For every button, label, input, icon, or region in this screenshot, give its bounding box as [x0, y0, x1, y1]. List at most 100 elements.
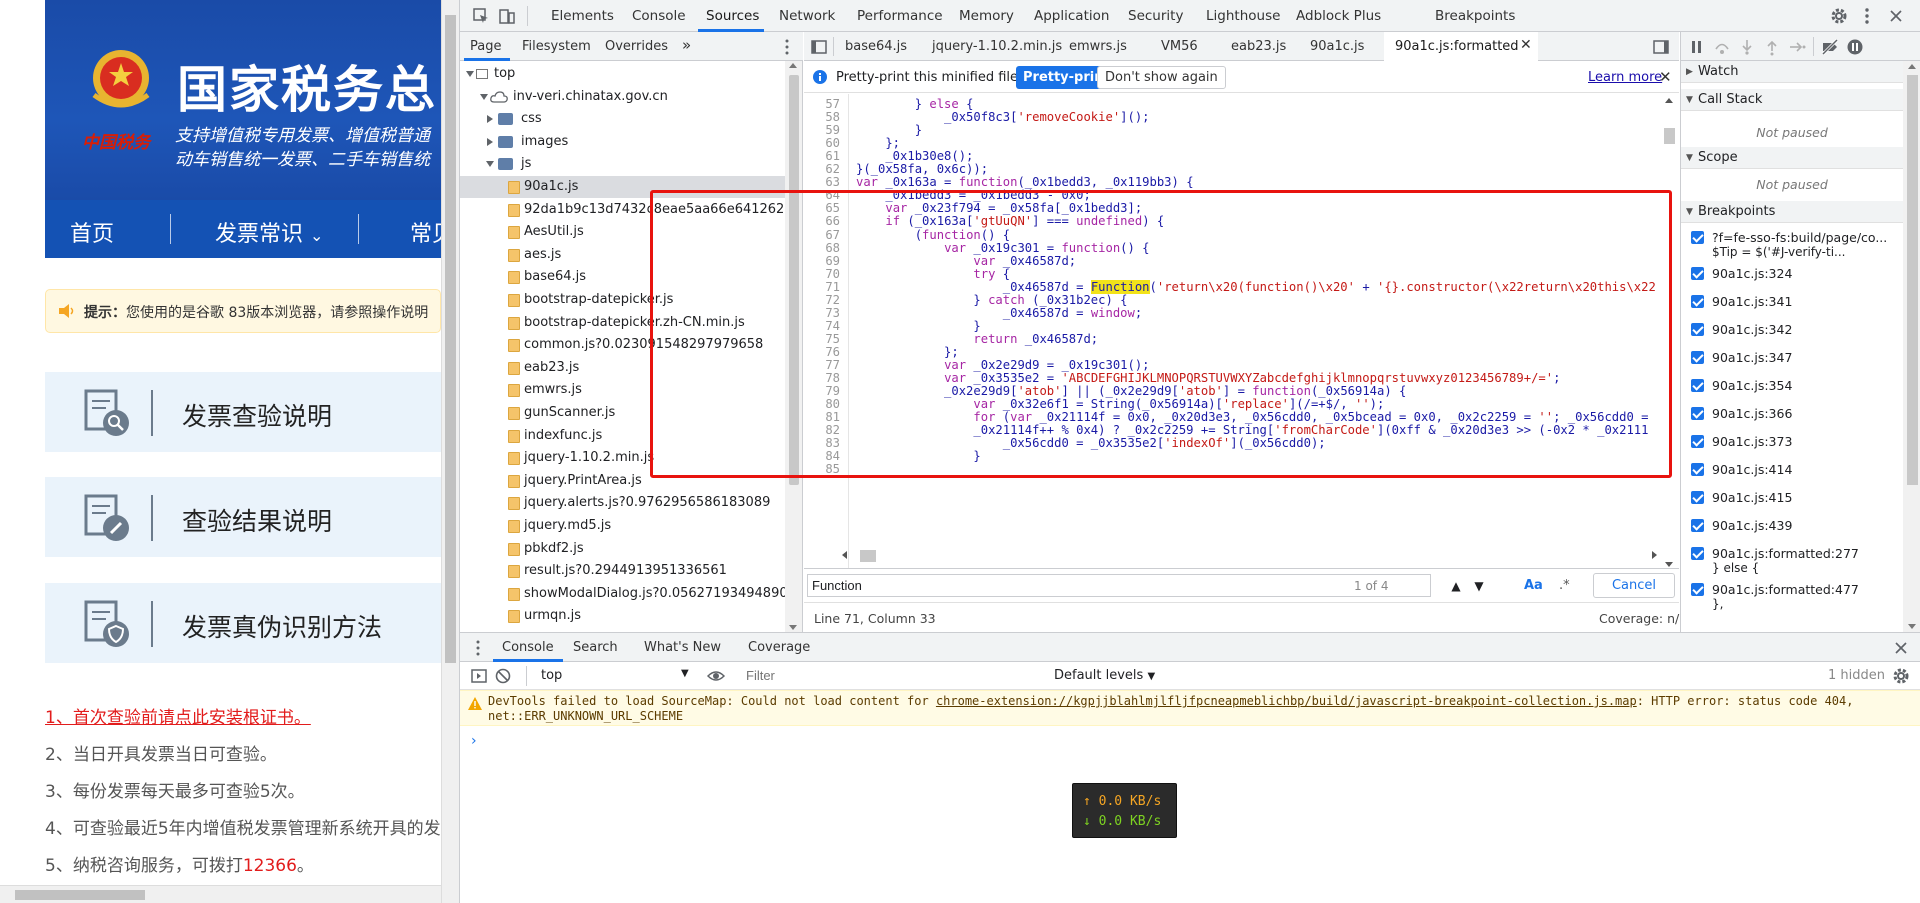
tab-memory[interactable]: Memory — [959, 8, 1014, 24]
expand-arrow-down-icon[interactable] — [486, 161, 494, 168]
scrollbar-thumb[interactable] — [445, 15, 456, 663]
tree-folder-item[interactable]: images — [460, 131, 785, 153]
breakpoint-checkbox[interactable] — [1691, 323, 1704, 336]
find-input[interactable] — [807, 574, 1431, 597]
breakpoint-item[interactable]: ?f=fe-sso-fs:build/page/co... $Tip = $('#… — [1681, 225, 1903, 261]
tree-file-item[interactable]: bootstrap-datepicker.zh-CN.min.js — [460, 312, 785, 334]
expand-arrow-right-icon[interactable] — [487, 115, 493, 124]
note-install-certificate-link[interactable]: 1、首次查验前请点此安装根证书。 — [45, 703, 311, 728]
tab-performance[interactable]: Performance — [857, 8, 943, 24]
line-number[interactable]: 85 — [804, 461, 840, 477]
step-over-icon[interactable] — [1713, 38, 1731, 56]
more-options-icon[interactable] — [778, 38, 796, 56]
scrollbar-thumb[interactable] — [1907, 75, 1918, 485]
tree-file-item[interactable]: gunScanner.js — [460, 402, 785, 424]
learn-more-link[interactable]: Learn more — [1588, 70, 1662, 85]
step-out-icon[interactable] — [1763, 38, 1781, 56]
editor-tab-jquery[interactable]: jquery-1.10.2.min.js — [932, 39, 1062, 54]
breakpoint-checkbox[interactable] — [1691, 435, 1704, 448]
pause-icon[interactable] — [1688, 38, 1706, 56]
tree-file-item[interactable]: emwrs.js — [460, 379, 785, 401]
tree-folder-item[interactable]: css — [460, 108, 785, 130]
breakpoint-item[interactable]: 90a1c.js:342 — [1681, 317, 1903, 345]
scrollbar-thumb[interactable] — [789, 75, 799, 485]
debugger-scrollbar[interactable] — [1903, 61, 1920, 632]
breakpoint-item[interactable]: 90a1c.js:354 — [1681, 373, 1903, 401]
tab-lighthouse[interactable]: Lighthouse — [1206, 8, 1280, 24]
breakpoint-item[interactable]: 90a1c.js:formatted:277} else { — [1681, 541, 1903, 577]
console-prompt-icon[interactable]: › — [471, 733, 477, 749]
page-vertical-scrollbar[interactable] — [441, 0, 459, 903]
tree-file-item[interactable]: eab23.js — [460, 357, 785, 379]
section-scope[interactable]: ▼ Scope — [1681, 147, 1903, 169]
tab-network[interactable]: Network — [779, 8, 835, 24]
tree-file-item[interactable]: result.js?0.2944913951336561 — [460, 560, 785, 582]
breakpoint-checkbox[interactable] — [1691, 407, 1704, 420]
toggle-debugger-icon[interactable] — [1652, 38, 1670, 56]
breakpoint-item[interactable]: 90a1c.js:366 — [1681, 401, 1903, 429]
expand-arrow-down-icon[interactable] — [480, 93, 488, 100]
page-horizontal-scrollbar[interactable] — [0, 885, 441, 903]
section-breakpoints[interactable]: ▼ Breakpoints — [1681, 201, 1903, 223]
expand-arrow-down-icon[interactable] — [466, 71, 474, 77]
expand-arrow-right-icon[interactable] — [487, 137, 493, 146]
breakpoint-checkbox[interactable] — [1691, 519, 1704, 532]
drawer-tab-whats-new[interactable]: What's New — [644, 640, 721, 655]
context-selector[interactable]: top ▼ — [541, 668, 689, 683]
nav-invoice-knowledge[interactable]: 发票常识 ⌄ — [215, 216, 323, 248]
close-icon[interactable] — [1887, 7, 1905, 25]
tree-file-item[interactable]: pbkdf2.js — [460, 538, 785, 560]
scroll-down-arrow-icon[interactable] — [789, 625, 797, 630]
nav-faq[interactable]: 常见 — [410, 216, 441, 248]
breakpoint-item[interactable]: 90a1c.js:341 — [1681, 289, 1903, 317]
tab-console[interactable]: Console — [632, 8, 686, 24]
breakpoint-checkbox[interactable] — [1691, 231, 1704, 244]
section-call-stack-header[interactable]: ▼ Call Stack — [1681, 89, 1903, 111]
scroll-up-arrow-icon[interactable] — [1908, 64, 1916, 69]
close-tab-icon[interactable]: ✕ — [1520, 37, 1532, 53]
gear-icon[interactable] — [1830, 7, 1848, 25]
dont-show-again-button[interactable]: Don't show again — [1097, 66, 1226, 89]
scrollbar-thumb[interactable] — [15, 890, 145, 900]
breakpoint-checkbox[interactable] — [1691, 491, 1704, 504]
tab-adblock-plus[interactable]: Adblock Plus — [1296, 8, 1381, 24]
tree-file-item[interactable]: AesUtil.js — [460, 221, 785, 243]
scroll-down-arrow-icon[interactable] — [1665, 562, 1673, 567]
previous-match-icon[interactable]: ▲ — [1445, 575, 1467, 597]
scrollbar-thumb[interactable] — [860, 550, 876, 562]
tree-folder-item[interactable]: js — [460, 153, 785, 175]
drawer-tab-coverage[interactable]: Coverage — [748, 640, 810, 655]
breakpoint-checkbox[interactable] — [1691, 295, 1704, 308]
deactivate-breakpoints-icon[interactable] — [1821, 38, 1839, 56]
tree-file-item[interactable]: jquery-1.10.2.min.js — [460, 447, 785, 469]
breakpoint-item[interactable]: 90a1c.js:formatted:477}, — [1681, 577, 1903, 613]
nav-home[interactable]: 首页 — [70, 216, 114, 248]
scroll-left-arrow-icon[interactable] — [842, 551, 847, 559]
gear-icon[interactable] — [1892, 667, 1910, 685]
breakpoint-checkbox[interactable] — [1691, 547, 1704, 560]
code-view[interactable]: 57 } else {58 _0x50f8c3['removeCookie'](… — [804, 94, 1659, 578]
more-options-icon[interactable] — [1858, 7, 1876, 25]
tree-file-item[interactable]: jquery.alerts.js?0.9762956586183089 — [460, 492, 785, 514]
inspect-element-icon[interactable] — [472, 7, 490, 25]
tree-file-item[interactable]: jquery.md5.js — [460, 515, 785, 537]
editor-tab-90a1c[interactable]: 90a1c.js — [1310, 39, 1364, 54]
device-toolbar-icon[interactable] — [498, 7, 516, 25]
tab-application[interactable]: Application — [1034, 8, 1109, 24]
editor-tab-vm56[interactable]: VM56 — [1161, 39, 1198, 54]
scroll-down-arrow-icon[interactable] — [1908, 624, 1916, 629]
more-tabs-icon[interactable]: » — [682, 36, 691, 54]
tree-file-item[interactable]: showModalDialog.js?0.056271934948901 — [460, 583, 785, 605]
step-icon[interactable] — [1788, 38, 1806, 56]
next-match-icon[interactable]: ▼ — [1468, 575, 1490, 597]
breakpoint-item[interactable]: 90a1c.js:415 — [1681, 485, 1903, 513]
breakpoint-item[interactable]: 90a1c.js:347 — [1681, 345, 1903, 373]
find-cancel-button[interactable]: Cancel — [1593, 573, 1675, 598]
tab-security[interactable]: Security — [1128, 8, 1183, 24]
live-expression-eye-icon[interactable] — [707, 667, 725, 685]
editor-tab-90a1c-formatted[interactable]: 90a1c.js:formatted — [1395, 39, 1519, 54]
editor-horizontal-scrollbar[interactable] — [840, 548, 1659, 562]
sourcemap-url-link[interactable]: chrome-extension://kgpjjblahlmjlfljfpcne… — [936, 694, 1637, 708]
breakpoint-checkbox[interactable] — [1691, 463, 1704, 476]
close-icon[interactable] — [1892, 639, 1910, 657]
